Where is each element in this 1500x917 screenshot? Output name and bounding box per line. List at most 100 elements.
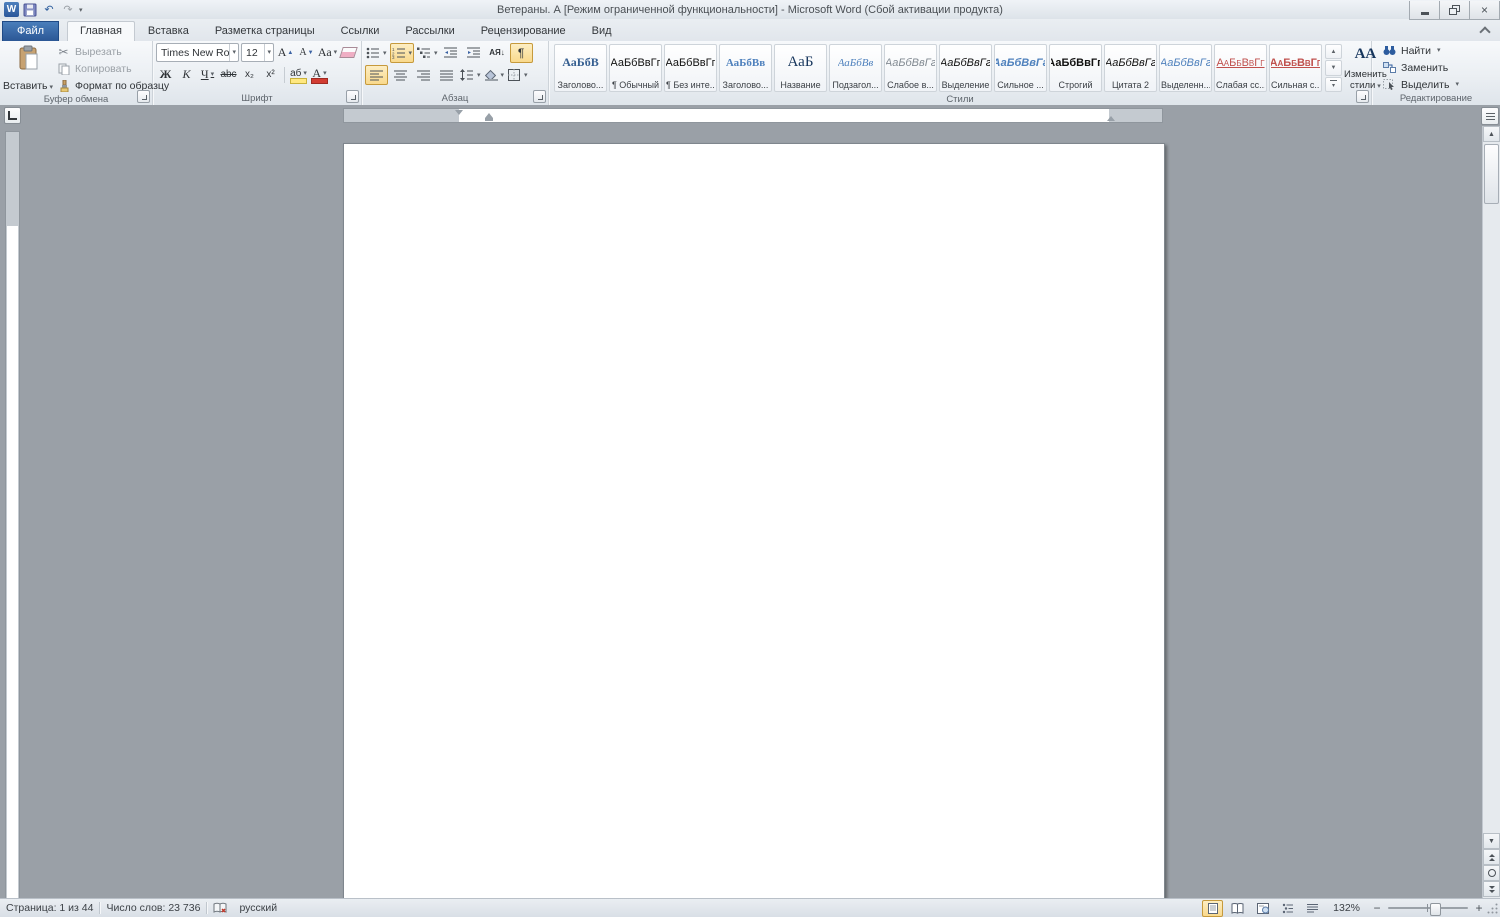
zoom-out-button[interactable]: − xyxy=(1370,901,1384,915)
styles-scroll-down-button[interactable]: ▼ xyxy=(1325,60,1342,76)
borders-button[interactable]: ▾ xyxy=(507,66,529,84)
save-button[interactable] xyxy=(22,2,38,18)
zoom-slider-thumb[interactable] xyxy=(1430,903,1441,916)
horizontal-ruler[interactable] xyxy=(343,108,1163,123)
undo-button[interactable]: ↶ xyxy=(41,2,57,18)
style-item[interactable]: АаБбВвГг Сильная с... xyxy=(1269,44,1322,92)
select-button[interactable]: Выделить ▾ xyxy=(1382,77,1497,92)
style-item[interactable]: АаБбВвГг Слабое в... xyxy=(884,44,937,92)
font-dialog-launcher[interactable] xyxy=(346,90,359,103)
next-page-button[interactable] xyxy=(1483,881,1500,897)
styles-scroll-up-button[interactable]: ▲ xyxy=(1325,44,1342,60)
scroll-down-button[interactable]: ▼ xyxy=(1483,833,1500,849)
font-size-combobox[interactable]: 12 ▾ xyxy=(241,43,274,62)
left-indent-marker[interactable] xyxy=(485,118,493,121)
show-formatting-marks-button[interactable]: ¶ xyxy=(509,43,533,63)
scrollbar-thumb[interactable] xyxy=(1484,144,1499,204)
line-spacing-button[interactable]: ▾ xyxy=(459,66,482,84)
tab-stop-selector[interactable] xyxy=(4,107,21,124)
title-bar[interactable]: W ↶ ↷ ▾ Ветераны. А [Режим ограниченной … xyxy=(0,0,1500,20)
paragraph-dialog-launcher[interactable] xyxy=(533,90,546,103)
style-item[interactable]: АаБ Название xyxy=(774,44,827,92)
increase-indent-button[interactable] xyxy=(464,44,485,62)
word-logo-icon[interactable]: W xyxy=(4,2,19,17)
font-name-combobox[interactable]: Times New Ro ▾ xyxy=(156,43,239,62)
style-item[interactable]: АаБбВвГг ¶ Без инте... xyxy=(664,44,717,92)
style-item[interactable]: АаБбВвГг ¶ Обычный xyxy=(609,44,662,92)
find-button[interactable]: Найти ▾ xyxy=(1382,43,1497,58)
word-count-indicator[interactable]: Число слов: 23 736 xyxy=(100,902,206,914)
style-item[interactable]: АаБбВвГг, Строгий xyxy=(1049,44,1102,92)
right-indent-marker[interactable] xyxy=(1107,116,1115,121)
superscript-button[interactable]: x² xyxy=(261,66,280,84)
close-button[interactable]: × xyxy=(1469,0,1500,20)
redo-button[interactable]: ↷ xyxy=(60,2,76,18)
multilevel-list-button[interactable]: ▾ xyxy=(416,44,439,62)
tab-вид[interactable]: Вид xyxy=(579,21,625,41)
tab-рецензирование[interactable]: Рецензирование xyxy=(468,21,579,41)
tab-разметка-страницы[interactable]: Разметка страницы xyxy=(202,21,328,41)
highlight-color-button[interactable]: аб ▾ xyxy=(289,64,308,85)
numbering-button[interactable]: 123 ▾ xyxy=(389,43,415,63)
select-browse-object-button[interactable] xyxy=(1483,865,1500,881)
style-item[interactable]: АаБбВв Заголово... xyxy=(719,44,772,92)
replace-button[interactable]: Заменить xyxy=(1382,60,1497,75)
style-item[interactable]: АаБбВв Подзагол... xyxy=(829,44,882,92)
minimize-ribbon-button[interactable] xyxy=(1478,24,1492,36)
change-case-button[interactable]: Аа ▾ xyxy=(318,44,337,62)
tab-главная[interactable]: Главная xyxy=(67,21,135,42)
fullscreen-reading-view-button[interactable] xyxy=(1227,900,1248,917)
style-item[interactable]: АаБбВвГг Цитата 2 xyxy=(1104,44,1157,92)
previous-page-button[interactable] xyxy=(1483,849,1500,865)
vertical-scrollbar[interactable]: ▲ ▼ xyxy=(1482,126,1500,899)
paste-button[interactable]: Вставить ▾ xyxy=(3,43,53,94)
clear-formatting-button[interactable] xyxy=(339,44,358,62)
shrink-font-button[interactable]: А ▼ xyxy=(297,44,316,62)
grow-font-button[interactable]: А ▲ xyxy=(276,44,295,62)
tab-вставка[interactable]: Вставка xyxy=(135,21,202,41)
vertical-ruler[interactable] xyxy=(5,131,20,899)
decrease-indent-button[interactable] xyxy=(441,44,462,62)
bold-button[interactable]: Ж xyxy=(156,66,175,84)
print-layout-view-button[interactable] xyxy=(1202,899,1224,917)
align-left-button[interactable] xyxy=(365,65,388,85)
strikethrough-button[interactable]: abc xyxy=(219,66,238,84)
qat-customize-dropdown[interactable]: ▾ xyxy=(79,6,83,14)
styles-more-button[interactable]: ▾ xyxy=(1325,76,1342,92)
draft-view-button[interactable] xyxy=(1302,900,1323,917)
style-item[interactable]: АаБбВвГг Выделение xyxy=(939,44,992,92)
align-center-button[interactable] xyxy=(390,66,411,84)
page-indicator[interactable]: Страница: 1 из 44 xyxy=(0,902,99,914)
style-item[interactable]: АаБбВвГг Слабая сс... xyxy=(1214,44,1267,92)
restore-button[interactable] xyxy=(1439,0,1470,20)
style-item[interactable]: АаБбВвГг Сильное ... xyxy=(994,44,1047,92)
resize-grip[interactable] xyxy=(1486,902,1499,915)
sort-button[interactable]: АЯ↓ xyxy=(487,44,508,62)
tab-рассылки[interactable]: Рассылки xyxy=(392,21,467,41)
underline-button[interactable]: Ч ▾ xyxy=(198,66,217,84)
styles-dialog-launcher[interactable] xyxy=(1356,90,1369,103)
scroll-up-button[interactable]: ▲ xyxy=(1483,126,1500,142)
first-line-indent-marker[interactable] xyxy=(455,110,463,115)
font-color-button[interactable]: А ▾ xyxy=(310,64,329,85)
zoom-level[interactable]: 132% xyxy=(1327,902,1366,914)
zoom-in-button[interactable]: + xyxy=(1472,901,1486,915)
justify-button[interactable] xyxy=(436,66,457,84)
style-item[interactable]: АаБбВ Заголово... xyxy=(554,44,607,92)
ruler-toggle-button[interactable] xyxy=(1481,107,1499,125)
minimize-button[interactable] xyxy=(1409,0,1440,20)
align-right-button[interactable] xyxy=(413,66,434,84)
tab-файл[interactable]: Файл xyxy=(2,21,60,41)
outline-view-button[interactable] xyxy=(1277,900,1298,917)
shading-button[interactable]: ▾ xyxy=(484,66,506,84)
proofing-status[interactable] xyxy=(207,902,233,914)
tab-ссылки[interactable]: Ссылки xyxy=(328,21,393,41)
web-layout-view-button[interactable] xyxy=(1252,900,1273,917)
document-page[interactable] xyxy=(343,143,1165,899)
clipboard-dialog-launcher[interactable] xyxy=(137,90,150,103)
language-indicator[interactable]: русский xyxy=(233,902,283,914)
style-item[interactable]: АаБбВвГг Выделенн... xyxy=(1159,44,1212,92)
bullets-button[interactable]: ▾ xyxy=(365,44,388,62)
subscript-button[interactable]: x₂ xyxy=(240,66,259,84)
zoom-slider[interactable] xyxy=(1388,901,1468,916)
